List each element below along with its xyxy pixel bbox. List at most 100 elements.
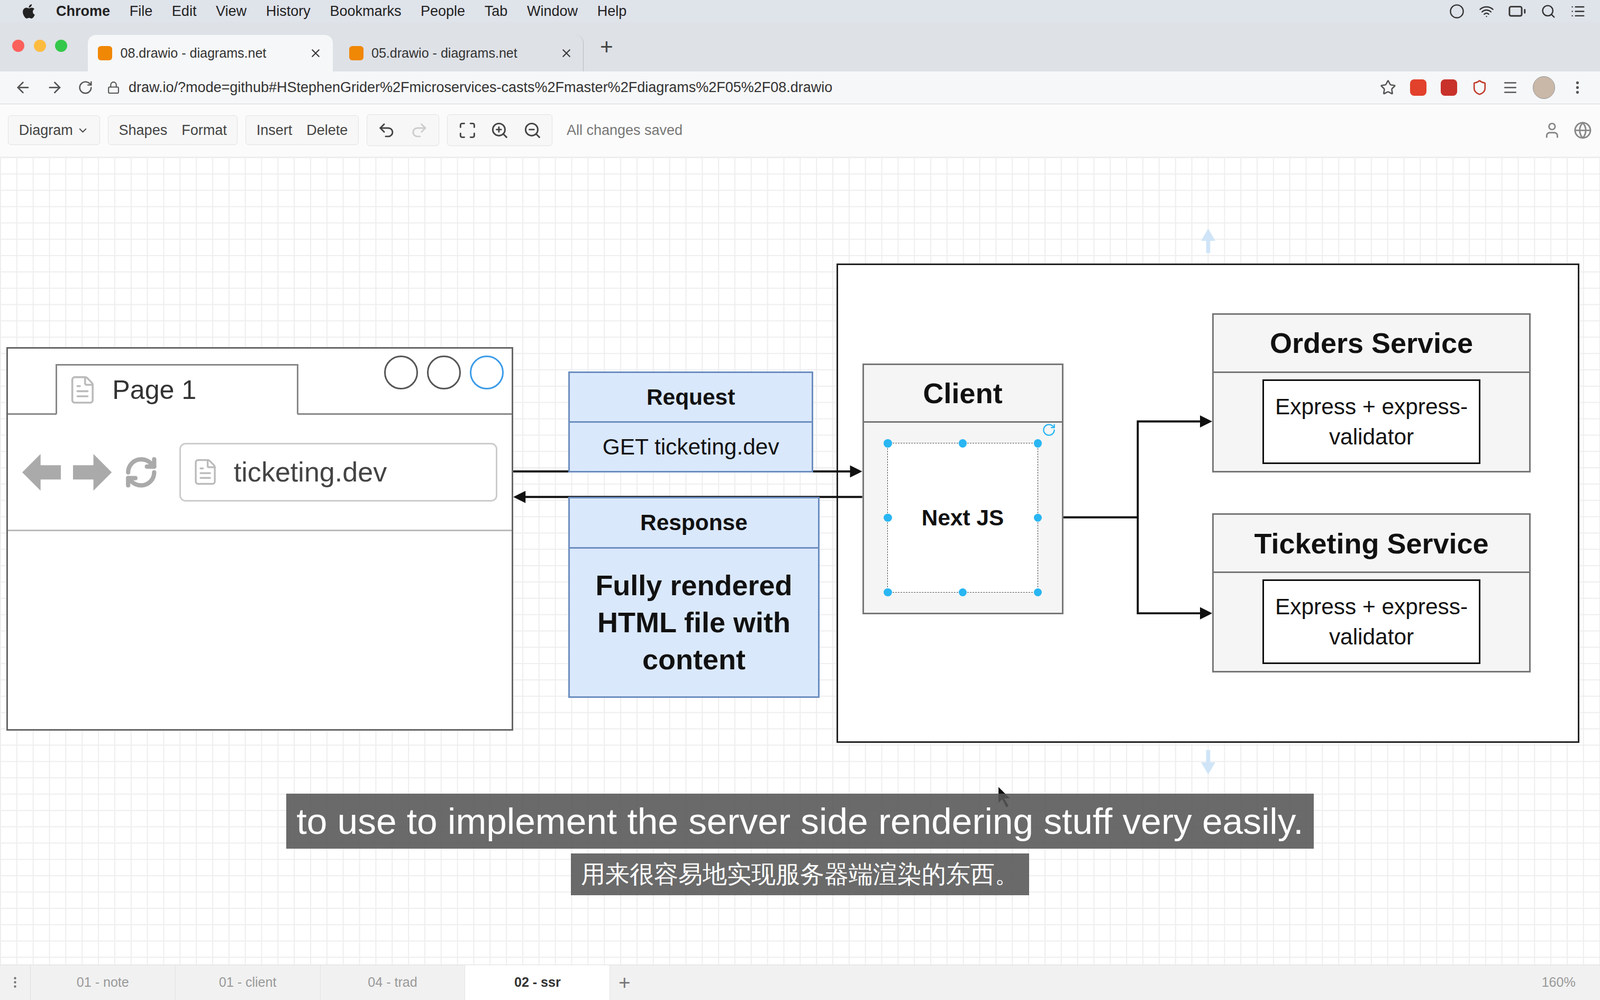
- resize-handle[interactable]: [883, 588, 892, 597]
- client-title: Client: [864, 365, 1062, 424]
- add-page-button[interactable]: +: [610, 965, 639, 1000]
- page-tab[interactable]: 01 - client: [175, 965, 321, 1000]
- zoom-level[interactable]: 160%: [1521, 965, 1600, 1000]
- shield-icon[interactable]: [1471, 79, 1488, 96]
- language-icon[interactable]: [1573, 121, 1593, 140]
- toolbar-right: [1542, 121, 1593, 140]
- nextjs-box[interactable]: Next JS: [887, 442, 1039, 594]
- menu-item[interactable]: Edit: [171, 3, 197, 20]
- service-title: Ticketing Service: [1213, 514, 1530, 574]
- browser-tab-strip: 08.drawio - diagrams.net05.drawio - diag…: [0, 22, 1600, 72]
- screen: Chrome File Edit View History Bookmarks People…: [0, 0, 1600, 1000]
- service-card[interactable]: Orders ServiceExpress + express-validato…: [1212, 313, 1531, 473]
- undo-icon[interactable]: [377, 121, 396, 140]
- mockup-window-buttons: [384, 355, 504, 390]
- request-body: GET ticketing.dev: [569, 422, 812, 471]
- fullscreen-icon[interactable]: [458, 121, 477, 140]
- zoom-out-icon[interactable]: [523, 121, 542, 140]
- toolbar-button[interactable]: Format: [181, 122, 227, 139]
- resize-handle[interactable]: [883, 439, 892, 448]
- response-card[interactable]: ResponseFully rendered HTML file with co…: [568, 496, 820, 698]
- menu-item[interactable]: View: [215, 3, 247, 20]
- history-group: [366, 114, 440, 147]
- menu-item[interactable]: File: [129, 3, 153, 20]
- zoom-in-icon[interactable]: [490, 121, 509, 140]
- mockup-forward-icon: [73, 453, 112, 491]
- page-tab[interactable]: 01 - note: [30, 965, 176, 1000]
- apple-icon[interactable]: [20, 3, 38, 20]
- redo-icon[interactable]: [410, 121, 429, 140]
- subtitle-chinese: 用来很容易地实现服务器端渲染的东西。: [570, 853, 1030, 895]
- toolbar-button[interactable]: Insert: [256, 122, 293, 139]
- pages-menu[interactable]: [0, 965, 31, 1000]
- service-body: Express + express-validator: [1213, 573, 1530, 671]
- subtitle-english: to use to implement the server side rend…: [286, 793, 1314, 849]
- address-field[interactable]: draw.io/?mode=github#HStephenGrider%2Fmi…: [128, 79, 1366, 96]
- search-icon[interactable]: [1540, 3, 1557, 20]
- service-card[interactable]: Ticketing ServiceExpress + express-valid…: [1212, 513, 1531, 673]
- menu-app[interactable]: Chrome: [56, 3, 111, 20]
- new-tab-button[interactable]: +: [589, 34, 624, 60]
- extension-icon[interactable]: [1440, 79, 1458, 96]
- service-stack-box[interactable]: Express + express-validator: [1262, 379, 1481, 465]
- wifi-icon[interactable]: [1478, 3, 1495, 20]
- resize-handle[interactable]: [883, 513, 892, 522]
- forward-icon[interactable]: [46, 78, 64, 97]
- resize-handle[interactable]: [958, 439, 967, 448]
- subtitles: to use to implement the server side rend…: [0, 793, 1600, 895]
- resize-handle[interactable]: [958, 588, 967, 597]
- menu-item[interactable]: History: [266, 3, 311, 20]
- page-tab[interactable]: 02 - ssr: [465, 965, 611, 1000]
- rotate-icon[interactable]: [1041, 422, 1057, 438]
- close-tab-icon[interactable]: [308, 46, 323, 60]
- user-icon[interactable]: [1542, 121, 1562, 140]
- service-body: Express + express-validator: [1213, 373, 1530, 471]
- battery-icon[interactable]: [1507, 2, 1527, 21]
- menu-item[interactable]: Window: [526, 3, 578, 20]
- client-body: Next JS: [864, 422, 1062, 613]
- resize-handle[interactable]: [1033, 513, 1042, 522]
- browser-tab[interactable]: 05.drawio - diagrams.net: [338, 34, 584, 72]
- status-circle-icon[interactable]: [1449, 3, 1465, 20]
- reader-icon[interactable]: [1502, 79, 1519, 96]
- menu-item[interactable]: Help: [597, 3, 627, 20]
- chrome-menu-icon[interactable]: [1569, 79, 1586, 96]
- profile-avatar[interactable]: [1532, 76, 1556, 99]
- response-title: Response: [569, 498, 818, 549]
- close-tab-icon[interactable]: [559, 46, 574, 60]
- more-icon[interactable]: [7, 975, 23, 990]
- page-tabs-bar: 01 - note01 - client04 - trad02 - ssr+16…: [0, 964, 1600, 1000]
- browser-mockup[interactable]: Page 1ticketing.dev: [6, 347, 514, 731]
- request-card[interactable]: RequestGET ticketing.dev: [568, 371, 814, 473]
- extension-icon[interactable]: [1410, 79, 1427, 96]
- mockup-window-button: [384, 355, 418, 390]
- status-icons: [1449, 2, 1586, 21]
- service-stack-box[interactable]: Express + express-validator: [1262, 579, 1481, 665]
- toolbar-button[interactable]: Shapes: [119, 122, 168, 139]
- drawio-favicon-icon: [349, 46, 364, 61]
- bookmark-star-icon[interactable]: [1379, 79, 1397, 96]
- client-card[interactable]: Client Next JS: [862, 363, 1064, 615]
- page-tab[interactable]: 04 - trad: [320, 965, 466, 1000]
- extensions: [1379, 76, 1586, 99]
- notification-list-icon[interactable]: [1570, 3, 1586, 20]
- back-icon[interactable]: [14, 78, 32, 97]
- rotate-handle[interactable]: [1041, 422, 1057, 438]
- close-light[interactable]: [12, 39, 25, 52]
- menu-item[interactable]: Bookmarks: [329, 3, 402, 20]
- request-title: Request: [569, 373, 812, 424]
- diagram-menu[interactable]: Diagram: [7, 115, 100, 145]
- address-row: draw.io/?mode=github#HStephenGrider%2Fmi…: [0, 71, 1600, 105]
- drawio-toolbar: DiagramShapesFormatInsertDeleteAll chang…: [0, 104, 1600, 158]
- resize-handle[interactable]: [1033, 439, 1042, 448]
- browser-tab[interactable]: 08.drawio - diagrams.net: [87, 34, 333, 72]
- menu-item[interactable]: Tab: [484, 3, 508, 20]
- zoom-light[interactable]: [55, 39, 68, 52]
- menu-item[interactable]: People: [420, 3, 466, 20]
- toolbar-button[interactable]: Delete: [306, 122, 348, 139]
- reload-icon[interactable]: [77, 79, 94, 96]
- resize-handle[interactable]: [1033, 588, 1042, 597]
- mockup-back-icon: [22, 453, 61, 491]
- page-icon: [191, 457, 220, 487]
- minimize-light[interactable]: [33, 39, 47, 52]
